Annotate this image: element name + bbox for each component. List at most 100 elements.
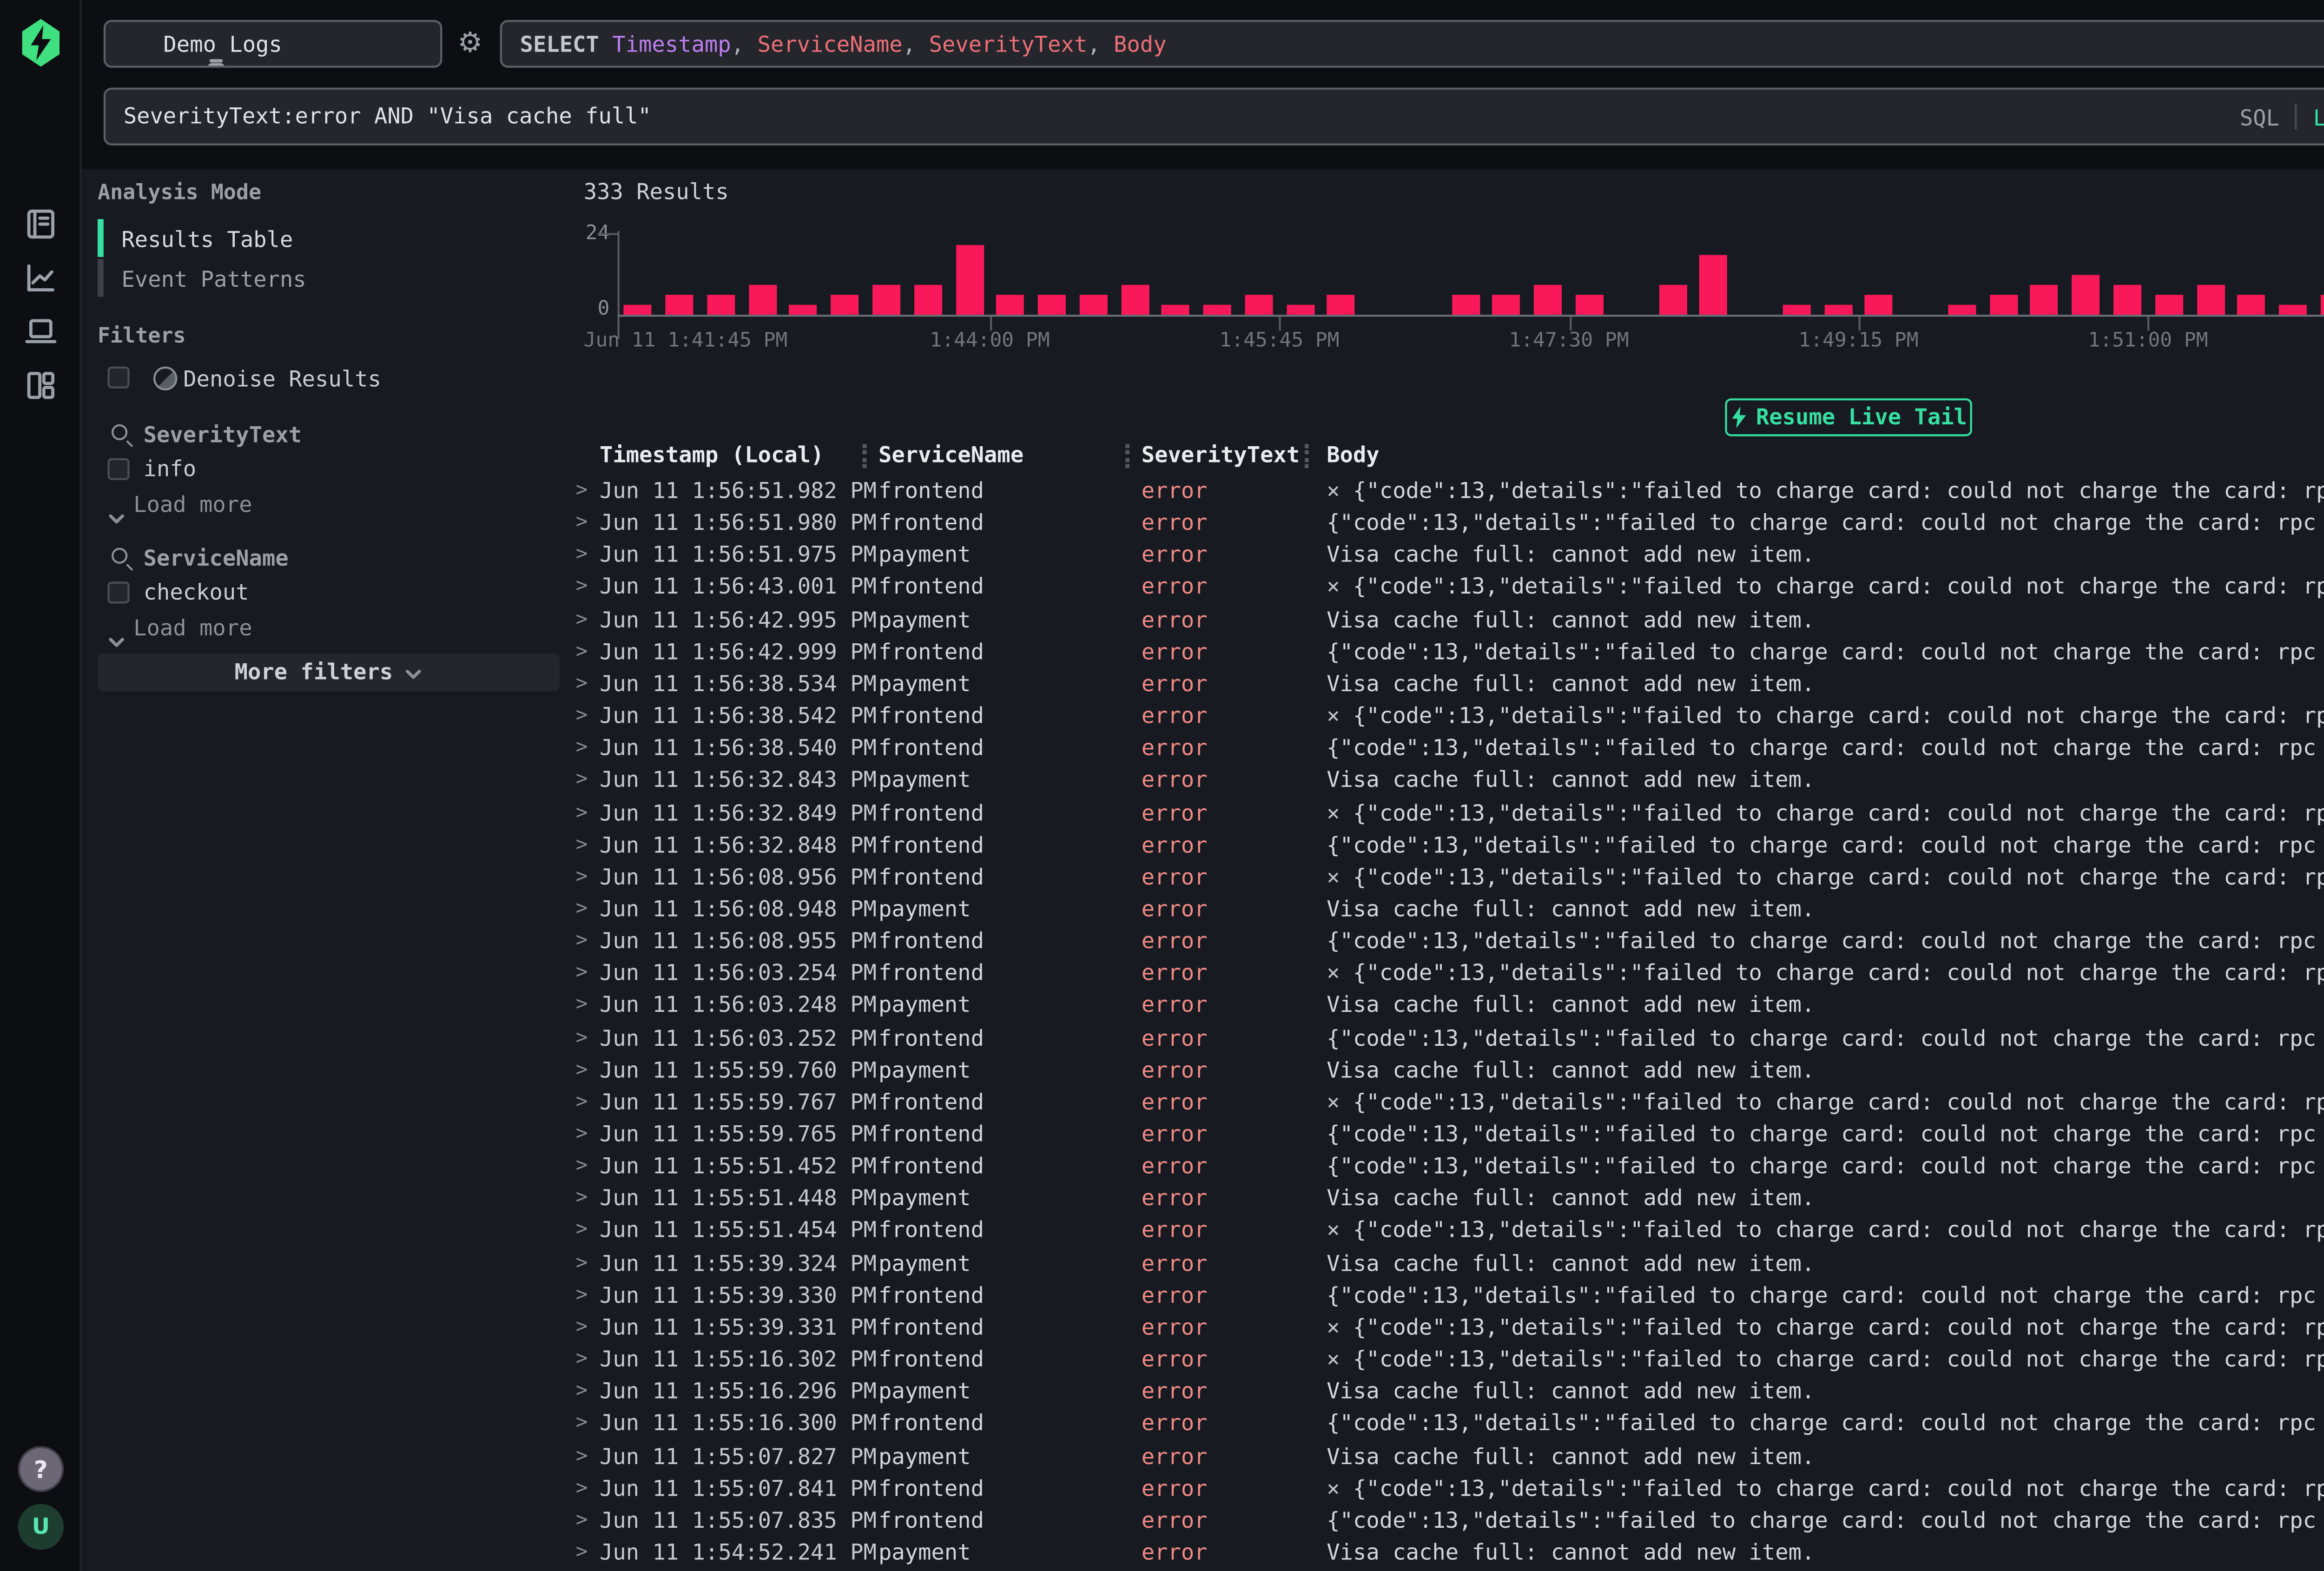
sessions-nav-icon[interactable] (24, 315, 58, 349)
search-logs-nav-icon[interactable] (24, 207, 58, 241)
expand-row-chevron-icon[interactable]: > (576, 1316, 588, 1338)
histogram-bar[interactable] (997, 295, 1024, 315)
expand-row-chevron-icon[interactable]: > (576, 1059, 588, 1081)
histogram-bar[interactable] (2113, 285, 2141, 315)
expand-row-chevron-icon[interactable]: > (576, 898, 588, 920)
histogram-bar[interactable] (1245, 295, 1273, 315)
histogram-bar[interactable] (914, 285, 942, 315)
log-row[interactable]: >Jun 11 1:56:32.848 PMfrontenderror{"cod… (0, 832, 2324, 864)
histogram-bar[interactable] (1534, 285, 1562, 315)
log-row[interactable]: >Jun 11 1:56:38.542 PMfrontenderror× {"c… (0, 703, 2324, 735)
analysis-mode-results-table[interactable]: Results Table (121, 227, 293, 253)
log-row[interactable]: >Jun 11 1:56:38.534 PMpaymenterrorVisa c… (0, 671, 2324, 703)
log-row[interactable]: >Jun 11 1:56:42.995 PMpaymenterrorVisa c… (0, 607, 2324, 639)
log-row[interactable]: >Jun 11 1:55:16.296 PMpaymenterrorVisa c… (0, 1379, 2324, 1411)
severity-info-checkbox[interactable] (107, 458, 129, 480)
column-resize-handle[interactable] (1125, 444, 1129, 468)
column-resize-handle[interactable] (863, 444, 867, 468)
histogram-bar[interactable] (1824, 305, 1852, 315)
log-row[interactable]: >Jun 11 1:55:59.765 PMfrontenderror{"cod… (0, 1122, 2324, 1154)
histogram-bar[interactable] (1576, 295, 1604, 315)
expand-row-chevron-icon[interactable]: > (576, 1381, 588, 1403)
log-row[interactable]: >Jun 11 1:55:07.835 PMfrontenderror{"cod… (0, 1507, 2324, 1539)
histogram-bar[interactable] (1989, 295, 2017, 315)
expand-row-chevron-icon[interactable]: > (576, 705, 588, 727)
histogram-bar[interactable] (955, 245, 983, 315)
histogram-bar[interactable] (1038, 295, 1066, 315)
log-row[interactable]: >Jun 11 1:55:51.454 PMfrontenderror× {"c… (0, 1218, 2324, 1250)
log-row[interactable]: >Jun 11 1:56:08.955 PMfrontenderror{"cod… (0, 929, 2324, 961)
histogram-bar[interactable] (707, 295, 735, 315)
log-row[interactable]: >Jun 11 1:55:16.302 PMfrontenderror× {"c… (0, 1347, 2324, 1379)
expand-row-chevron-icon[interactable]: > (576, 1220, 588, 1242)
expand-row-chevron-icon[interactable]: > (576, 1477, 588, 1499)
histogram-bar[interactable] (1162, 305, 1190, 315)
app-logo-icon[interactable] (16, 18, 66, 68)
expand-row-chevron-icon[interactable]: > (576, 1445, 588, 1467)
histogram-bar[interactable] (2279, 305, 2307, 315)
log-row[interactable]: >Jun 11 1:55:07.841 PMfrontenderror× {"c… (0, 1475, 2324, 1507)
expand-row-chevron-icon[interactable]: > (576, 1349, 588, 1371)
histogram-bar[interactable] (1493, 295, 1521, 315)
log-row[interactable]: >Jun 11 1:56:38.540 PMfrontenderror{"cod… (0, 735, 2324, 767)
histogram-bar[interactable] (2320, 295, 2324, 315)
expand-row-chevron-icon[interactable]: > (576, 1510, 588, 1531)
expand-row-chevron-icon[interactable]: > (576, 1091, 588, 1113)
log-row[interactable]: >Jun 11 1:56:43.001 PMfrontenderror× {"c… (0, 574, 2324, 607)
column-resize-handle[interactable] (1305, 444, 1309, 468)
log-row[interactable]: >Jun 11 1:56:51.975 PMpaymenterrorVisa c… (0, 542, 2324, 574)
expand-row-chevron-icon[interactable]: > (576, 931, 588, 952)
histogram-bar[interactable] (2155, 295, 2183, 315)
histogram-bar[interactable] (1700, 255, 1728, 315)
log-row[interactable]: >Jun 11 1:54:52.241 PMpaymenterrorVisa c… (0, 1540, 2324, 1571)
log-row[interactable]: >Jun 11 1:55:07.827 PMpaymenterrorVisa c… (0, 1443, 2324, 1475)
histogram-bar[interactable] (1658, 285, 1686, 315)
log-row[interactable]: >Jun 11 1:55:39.324 PMpaymenterrorVisa c… (0, 1250, 2324, 1282)
histogram-bar[interactable] (1203, 305, 1231, 315)
histogram-bar[interactable] (1121, 285, 1149, 315)
histogram-bar[interactable] (1327, 295, 1355, 315)
log-row[interactable]: >Jun 11 1:55:59.767 PMfrontenderror× {"c… (0, 1089, 2324, 1122)
log-row[interactable]: >Jun 11 1:56:03.254 PMfrontenderror× {"c… (0, 961, 2324, 993)
expand-row-chevron-icon[interactable]: > (576, 802, 588, 824)
log-row[interactable]: >Jun 11 1:56:32.843 PMpaymenterrorVisa c… (0, 767, 2324, 799)
expand-row-chevron-icon[interactable]: > (576, 866, 588, 888)
histogram-bar[interactable] (790, 305, 818, 315)
histogram-bar[interactable] (666, 295, 693, 315)
log-row[interactable]: >Jun 11 1:56:32.849 PMfrontenderror× {"c… (0, 800, 2324, 832)
log-row[interactable]: >Jun 11 1:56:08.948 PMpaymenterrorVisa c… (0, 896, 2324, 928)
expand-row-chevron-icon[interactable]: > (576, 576, 588, 598)
histogram-bar[interactable] (748, 285, 776, 315)
severitytext-search-icon[interactable] (112, 424, 127, 440)
log-row[interactable]: >Jun 11 1:55:16.300 PMfrontenderror{"cod… (0, 1411, 2324, 1443)
histogram-bar[interactable] (872, 285, 900, 315)
log-row[interactable]: >Jun 11 1:56:08.956 PMfrontenderror× {"c… (0, 864, 2324, 896)
log-row[interactable]: >Jun 11 1:55:51.448 PMpaymenterrorVisa c… (0, 1186, 2324, 1218)
source-select[interactable]: Demo Logs (104, 20, 442, 68)
expand-row-chevron-icon[interactable]: > (576, 963, 588, 984)
histogram-bar[interactable] (2031, 285, 2059, 315)
resume-live-tail-button[interactable]: Resume Live Tail (1725, 398, 1972, 436)
expand-row-chevron-icon[interactable]: > (576, 1413, 588, 1435)
expand-row-chevron-icon[interactable]: > (576, 609, 588, 631)
expand-row-chevron-icon[interactable]: > (576, 641, 588, 663)
expand-row-chevron-icon[interactable]: > (576, 1252, 588, 1274)
expand-row-chevron-icon[interactable]: > (576, 995, 588, 1017)
column-header-servicename[interactable]: ServiceName (878, 442, 1023, 468)
histogram-bar[interactable] (624, 305, 652, 315)
histogram-bar[interactable] (2072, 275, 2100, 315)
log-row[interactable]: >Jun 11 1:56:42.999 PMfrontenderror{"cod… (0, 639, 2324, 671)
expand-row-chevron-icon[interactable]: > (576, 1027, 588, 1049)
expand-row-chevron-icon[interactable]: > (576, 1284, 588, 1306)
language-lucene-option[interactable]: Lucene (2313, 105, 2324, 131)
column-header-body[interactable]: Body (1327, 442, 1380, 468)
analysis-mode-event-patterns[interactable]: Event Patterns (121, 267, 306, 293)
histogram-bar[interactable] (1948, 305, 1976, 315)
histogram-bar[interactable] (1865, 295, 1893, 315)
log-row[interactable]: >Jun 11 1:56:51.980 PMfrontenderror{"cod… (0, 510, 2324, 542)
histogram-bar[interactable] (831, 295, 859, 315)
histogram-bar[interactable] (1079, 295, 1107, 315)
column-header-timestamp[interactable]: Timestamp (Local) (600, 442, 824, 468)
log-row[interactable]: >Jun 11 1:56:03.252 PMfrontenderror{"cod… (0, 1025, 2324, 1057)
log-row[interactable]: >Jun 11 1:55:39.330 PMfrontenderror{"cod… (0, 1282, 2324, 1314)
